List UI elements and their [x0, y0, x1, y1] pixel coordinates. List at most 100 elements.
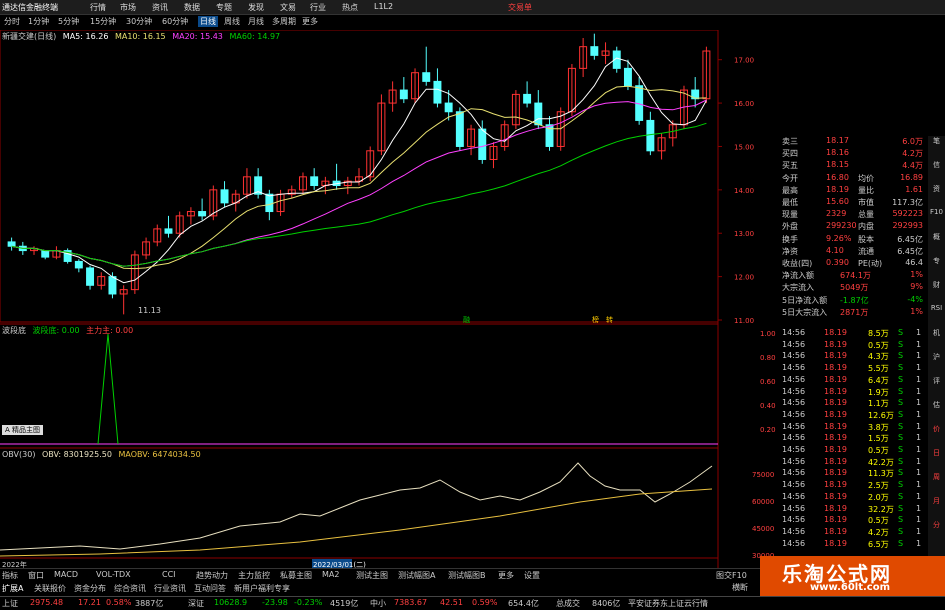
- quote-value: 5049万: [840, 283, 869, 293]
- sh-label: 上证: [2, 599, 18, 608]
- menu-item[interactable]: 文易: [280, 2, 296, 13]
- sidebar-button[interactable]: 周: [930, 472, 943, 485]
- sidebar-button[interactable]: 信: [930, 160, 943, 173]
- sidebar-button[interactable]: 专: [930, 256, 943, 269]
- tick-time: 14:56: [782, 386, 806, 396]
- indicator-tab[interactable]: MA2: [322, 570, 339, 579]
- tick-row: 14:56 18.19 1.9万 S 1: [780, 387, 925, 398]
- sidebar-button[interactable]: 概: [930, 232, 943, 245]
- indicator-tab[interactable]: 私募主图: [280, 570, 312, 581]
- extension-tab[interactable]: 资金分布: [74, 583, 106, 594]
- sidebar-button[interactable]: 沪: [930, 352, 943, 365]
- indicator-tab[interactable]: VOL-TDX: [96, 570, 131, 579]
- price-tick-label: 14.00: [734, 187, 754, 195]
- candle-body: [7, 241, 16, 247]
- sidebar-button[interactable]: 分: [930, 520, 943, 533]
- menu-item[interactable]: 数据: [184, 2, 200, 13]
- sidebar-button[interactable]: 资: [930, 184, 943, 197]
- tick-n: 1: [916, 351, 922, 361]
- period-tab[interactable]: 更多: [300, 16, 320, 27]
- quote-label2: 总量: [858, 210, 874, 220]
- sidebar-button[interactable]: 财: [930, 280, 943, 293]
- extension-tab[interactable]: 扩展A: [2, 583, 23, 594]
- tick-price: 18.19: [824, 328, 847, 337]
- tick-time: 14:56: [782, 363, 806, 373]
- quote-right: 1%: [910, 270, 923, 280]
- tick-price: 18.19: [824, 433, 847, 443]
- extension-tab[interactable]: 行业资讯: [154, 583, 186, 594]
- tick-time: 14:56: [782, 398, 806, 408]
- period-tab[interactable]: 5分钟: [56, 16, 81, 27]
- period-tab[interactable]: 多周期: [270, 16, 298, 27]
- quote-row: 最高 18.19 量比 1.61: [780, 185, 925, 195]
- extension-tab[interactable]: 互动问答: [194, 583, 226, 594]
- menu-item[interactable]: 资讯: [152, 2, 168, 13]
- indicator-tab[interactable]: CCI: [162, 570, 176, 579]
- indicator-tab[interactable]: 指标: [2, 570, 18, 581]
- sidebar-button[interactable]: 价: [930, 424, 943, 437]
- menu-item[interactable]: L1L2: [374, 2, 393, 11]
- indicator-tab[interactable]: 测试主图: [356, 570, 388, 581]
- sidebar-button[interactable]: 评: [930, 376, 943, 389]
- indicator-tab[interactable]: 趋势动力: [196, 570, 228, 581]
- sidebar-button[interactable]: RSI: [930, 304, 943, 317]
- f10-link[interactable]: 图交F10: [716, 570, 747, 581]
- indicator-tab[interactable]: 测试幅图A: [398, 570, 435, 581]
- menu-item[interactable]: 市场: [120, 2, 136, 13]
- sidebar-button[interactable]: 月: [930, 496, 943, 509]
- indicator-tab[interactable]: 更多: [498, 570, 514, 581]
- extension-tab[interactable]: 综合资讯: [114, 583, 146, 594]
- indicator-tab[interactable]: MACD: [54, 570, 78, 579]
- horizontal-toggle[interactable]: 横断: [732, 582, 748, 593]
- sidebar-button[interactable]: 日: [930, 448, 943, 461]
- indicator-tab[interactable]: 设置: [524, 570, 540, 581]
- period-tab[interactable]: 60分钟: [160, 16, 190, 27]
- menu-item[interactable]: 行情: [90, 2, 106, 13]
- tick-n: 1: [916, 374, 922, 384]
- menu-item[interactable]: 热点: [342, 2, 358, 13]
- period-tab[interactable]: 1分钟: [26, 16, 51, 27]
- tick-side: S: [898, 433, 904, 443]
- extension-tab[interactable]: 关联报价: [34, 583, 66, 594]
- tick-time: 14:56: [782, 339, 806, 349]
- period-tab-active[interactable]: 日线: [198, 16, 218, 27]
- tick-price: 18.19: [824, 363, 847, 373]
- extension-tab[interactable]: 新用户福利专享: [234, 583, 290, 594]
- menu-item[interactable]: 行业: [310, 2, 326, 13]
- indicator2-header: OBV(30) OBV: 8301925.50 MAOBV: 6474034.5…: [2, 450, 201, 459]
- menu-item[interactable]: 专题: [216, 2, 232, 13]
- menu-item[interactable]: 发现: [248, 2, 264, 13]
- sh-percent: 0.58%: [106, 598, 132, 607]
- period-tab[interactable]: 月线: [246, 16, 266, 27]
- chart-area[interactable]: 17.00 16.00 15.00 14.00 13.00 12.00 11.00 11.1…: [0, 30, 780, 570]
- indicator-tab[interactable]: 测试幅图B: [448, 570, 486, 581]
- main-chart-badge[interactable]: A 精品主图: [2, 425, 44, 435]
- sidebar-button[interactable]: 机: [930, 328, 943, 341]
- trade-button[interactable]: 交易单: [508, 2, 532, 13]
- tick-side: S: [898, 445, 904, 454]
- indicator-tab[interactable]: 主力监控: [238, 570, 270, 581]
- sidebar-button[interactable]: 估: [930, 400, 943, 413]
- broker-name: 平安证券东上证云行情: [628, 599, 708, 608]
- ind2-tick-label: 45000: [752, 525, 774, 533]
- period-tab[interactable]: 15分钟: [88, 16, 118, 27]
- quote-row: 最低 15.60 市值 117.3亿: [780, 197, 925, 207]
- tick-row: 14:56 18.19 2.0万 S 1: [780, 492, 925, 503]
- period-tab[interactable]: 分时: [2, 16, 22, 27]
- zx-label: 中小: [370, 599, 386, 608]
- tick-list[interactable]: 14:56 18.19 8.5万 S 1 14:56 18.19 0.5万 S 1 14:56 18.…: [780, 328, 925, 552]
- sidebar-button[interactable]: 笔: [930, 136, 943, 149]
- quote-right: 592223: [892, 209, 923, 219]
- tick-row: 14:56 18.19 5.5万 S 1: [780, 363, 925, 374]
- period-tab[interactable]: 周线: [222, 16, 242, 27]
- tick-n: 1: [916, 538, 922, 548]
- tick-side: S: [898, 515, 904, 525]
- indicator-tab[interactable]: 窗口: [28, 570, 44, 581]
- period-tab[interactable]: 30分钟: [124, 16, 154, 27]
- quote-row: 外盘 299230 内盘 292993: [780, 221, 925, 231]
- candle-body: [108, 276, 117, 295]
- quote-right: 117.3亿: [892, 198, 923, 207]
- tick-time: 14:56: [782, 491, 806, 501]
- right-sidebar: 笔信资 F10 概专财 RSI 机沪评估价日周月分: [928, 136, 945, 556]
- sidebar-button[interactable]: F10: [930, 208, 943, 221]
